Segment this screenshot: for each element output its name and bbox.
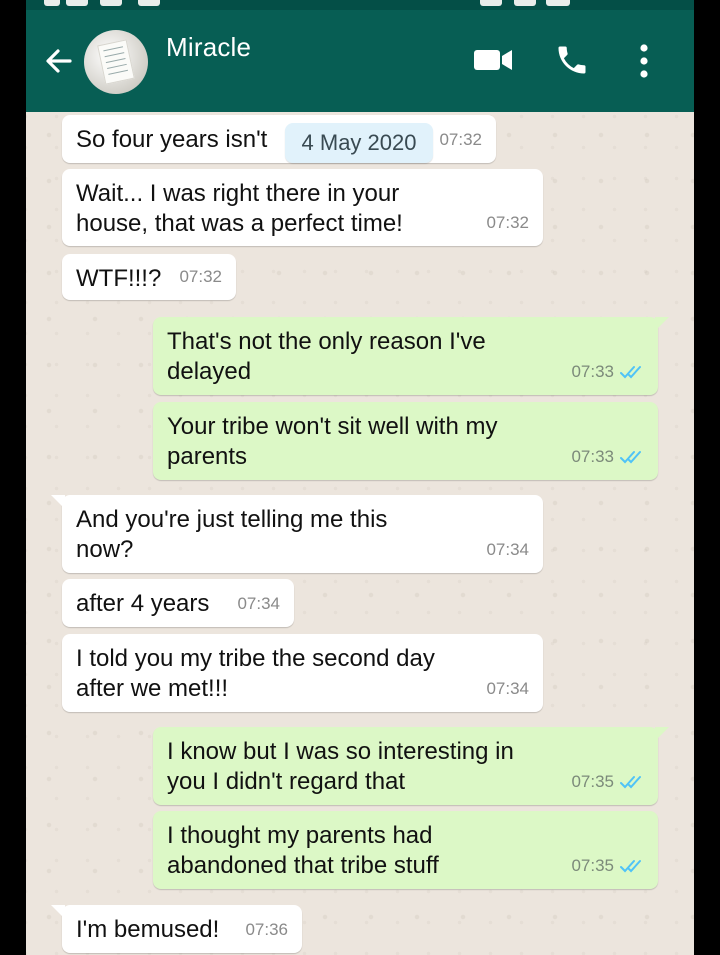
message-bubble-incoming[interactable]: after 4 years 07:34 [62,579,294,627]
message-text: after 4 years [76,590,210,617]
contact-name[interactable]: Miracle [166,32,251,63]
message-time: 07:32 [486,213,529,232]
double-check-icon [620,860,641,873]
message-bubble-outgoing[interactable]: That's not the only reason I've delayed … [153,317,669,395]
phone-icon[interactable] [554,42,590,78]
message-time: 07:34 [237,594,280,613]
message-bubble-outgoing[interactable]: I know but I was so interesting in you I… [153,727,669,805]
message-time: 07:33 [571,362,614,381]
message-bubble-incoming[interactable]: WTF!!!? 07:32 [62,254,236,300]
message-text: I told you my tribe the second day after… [76,645,435,702]
message-time: 07:35 [571,772,614,791]
message-bubble-incoming[interactable]: And you're just telling me this now? 07:… [51,495,543,573]
message-bubble-outgoing[interactable]: I thought my parents had abandoned that … [153,811,658,889]
message-text: I know but I was so interesting in you I… [167,738,514,795]
message-bubble-incoming[interactable]: I told you my tribe the second day after… [62,634,543,712]
message-text: I'm bemused! [76,916,220,943]
avatar-photo [97,39,135,85]
message-time: 07:36 [245,920,288,939]
message-time: 07:33 [571,447,614,466]
message-text: That's not the only reason I've delayed [167,328,486,385]
date-chip: 4 May 2020 [285,123,433,163]
status-bar [26,0,694,10]
chat-screen: Miracle So four years isn't 07:32 4 May … [26,0,694,955]
arrow-left-icon [46,49,72,73]
double-check-icon [620,366,641,379]
message-time: 07:34 [486,679,529,698]
message-text: Wait... I was right there in your house,… [76,180,403,237]
message-time: 07:32 [179,267,222,286]
message-text: I thought my parents had abandoned that … [167,822,439,879]
message-bubble-incoming[interactable]: I'm bemused! 07:36 [51,905,302,953]
more-vertical-icon[interactable] [634,42,654,80]
chat-header: Miracle [26,10,694,112]
message-text: Your tribe won't sit well with my parent… [167,413,498,470]
message-time: 07:32 [439,130,482,149]
message-bubble-outgoing[interactable]: Your tribe won't sit well with my parent… [153,402,658,480]
message-list[interactable]: So four years isn't 07:32 4 May 2020 Wai… [26,112,694,955]
message-bubble-incoming[interactable]: Wait... I was right there in your house,… [62,169,543,246]
double-check-icon [620,776,641,789]
message-text: So four years isn't [76,126,268,153]
double-check-icon [620,451,641,464]
message-time: 07:35 [571,856,614,875]
message-text: And you're just telling me this now? [76,506,388,563]
video-camera-icon[interactable] [472,44,516,76]
message-text: WTF!!!? [76,265,162,292]
contact-avatar[interactable] [84,30,148,94]
back-button[interactable] [42,44,76,78]
message-time: 07:34 [486,540,529,559]
